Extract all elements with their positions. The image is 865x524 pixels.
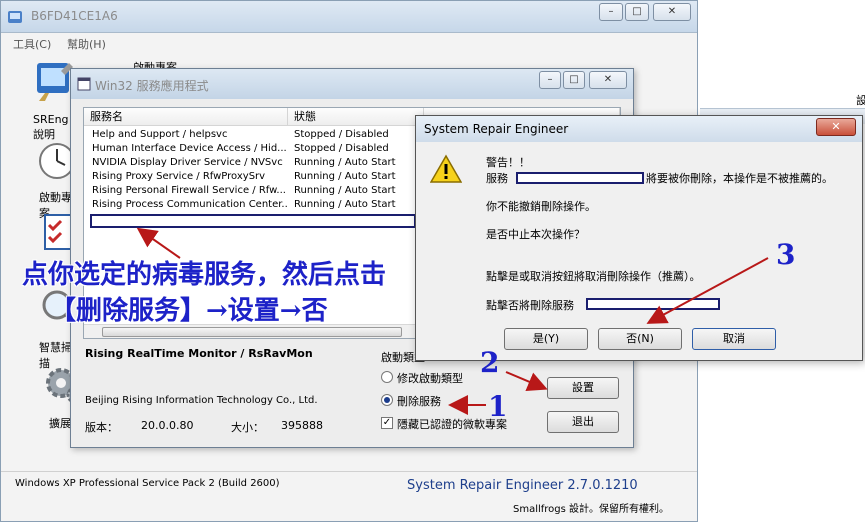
line1-suffix: 將要被你刪除，本操作是不被推薦的。 [646, 172, 833, 185]
menu-bar: 工具(C) 幫助(H) [1, 33, 697, 53]
os-info: Windows XP Professional Service Pack 2 (… [15, 478, 280, 489]
service-name: Rising Proxy Service / RfwProxySrv [92, 171, 266, 182]
annotation-line2: 【删除服务】→设置→否 [50, 296, 328, 326]
radio-modify-startup[interactable] [381, 371, 393, 383]
service-name: Rising Process Communication Center... [92, 199, 288, 210]
hide-microsoft-checkbox[interactable]: ✓ [381, 417, 393, 429]
version-value: 20.0.0.80 [141, 419, 194, 432]
line3: 是否中止本次操作？ [486, 228, 585, 241]
minimize-button[interactable]: – [599, 3, 623, 21]
scrollbar-thumb[interactable] [102, 327, 402, 337]
line2: 你不能撤銷刪除操作。 [486, 200, 596, 213]
service-name: Human Interface Device Access / Hid... [92, 143, 287, 154]
dialog-title-bar[interactable]: System Repair Engineer ✕ [416, 116, 862, 142]
yes-button[interactable]: 是(Y) [504, 328, 588, 350]
dialog-close-button[interactable]: ✕ [816, 118, 856, 136]
line1-prefix: 服務 [486, 172, 508, 185]
sreng-icon [37, 63, 73, 101]
annotation-number-3: 3 [776, 238, 796, 271]
service-status: Running / Auto Start [294, 157, 396, 168]
radio-modify-label: 修改啟動類型 [397, 372, 463, 385]
menu-tools[interactable]: 工具(C) [13, 36, 51, 52]
line4: 點擊是或取消按鈕將取消刪除操作（推薦）。 [486, 270, 701, 283]
main-title-bar[interactable]: B6FD41CE1A6 – □ ✕ [1, 1, 697, 33]
annotation-number-2: 2 [480, 346, 500, 379]
product-name: System Repair Engineer 2.7.0.1210 [407, 478, 638, 493]
version-label: 版本： [85, 421, 118, 434]
svc-close-button[interactable]: ✕ [589, 71, 627, 89]
size-label: 大小： [231, 421, 264, 434]
radio-delete-service[interactable] [381, 394, 393, 406]
service-status: Running / Auto Start [294, 185, 396, 196]
annotation-number-1: 1 [488, 390, 508, 423]
main-window-title: B6FD41CE1A6 [31, 9, 118, 23]
edge-fragment: 設 [856, 94, 865, 107]
radio-delete-label: 刪除服務 [397, 395, 441, 408]
dialog-title: System Repair Engineer [424, 122, 569, 136]
no-button[interactable]: 否(N) [598, 328, 682, 350]
service-name: NVIDIA Display Driver Service / NVSvc [92, 157, 283, 168]
nav-item-help[interactable] [31, 59, 75, 106]
service-status: Running / Auto Start [294, 199, 396, 210]
selected-service-name: Rising RealTime Monitor / RsRavMon [85, 347, 313, 360]
svc-minimize-button[interactable]: – [539, 71, 561, 89]
services-window-title: Win32 服務應用程式 [95, 79, 209, 93]
close-button[interactable]: ✕ [653, 3, 691, 21]
service-status: Running / Auto Start [294, 171, 396, 182]
nav-label-extend: 擴展 [49, 417, 71, 430]
warning-heading: 警告！！ [486, 156, 530, 169]
status-bar: Windows XP Professional Service Pack 2 (… [1, 471, 697, 521]
service-name: Help and Support / helpsvc [92, 129, 228, 140]
size-value: 395888 [281, 419, 323, 432]
company-name: Beijing Rising Information Technology Co… [85, 395, 318, 406]
service-status: Stopped / Disabled [294, 129, 389, 140]
confirm-dialog: System Repair Engineer ✕ 警告！！ 服務 將要被你刪除，… [415, 115, 863, 361]
cancel-button[interactable]: 取消 [692, 328, 776, 350]
warning-icon [430, 154, 462, 183]
svc-maximize-button[interactable]: □ [563, 71, 585, 89]
service-name-placeholder [516, 172, 644, 184]
service-name-placeholder [586, 298, 720, 310]
services-title-bar[interactable]: Win32 服務應用程式 – □ ✕ [71, 69, 633, 99]
line5: 點擊否將刪除服務 [486, 299, 574, 312]
menu-help[interactable]: 幫助(H) [67, 36, 106, 52]
service-status: Stopped / Disabled [294, 143, 389, 154]
column-header-status[interactable]: 狀態 [288, 108, 424, 126]
annotation-line1: 点你选定的病毒服务，然后点击 [22, 260, 387, 290]
selected-service-row[interactable] [90, 214, 416, 228]
copyright: Smallfrogs 設計。保留所有權利。 [513, 504, 670, 515]
maximize-button[interactable]: □ [625, 3, 649, 21]
column-header-name[interactable]: 服務名 [84, 108, 288, 126]
settings-button[interactable]: 設置 [547, 377, 619, 399]
service-name: Rising Personal Firewall Service / Rfw..… [92, 185, 286, 196]
app-icon [8, 11, 22, 23]
window-icon [77, 77, 91, 91]
exit-button[interactable]: 退出 [547, 411, 619, 433]
